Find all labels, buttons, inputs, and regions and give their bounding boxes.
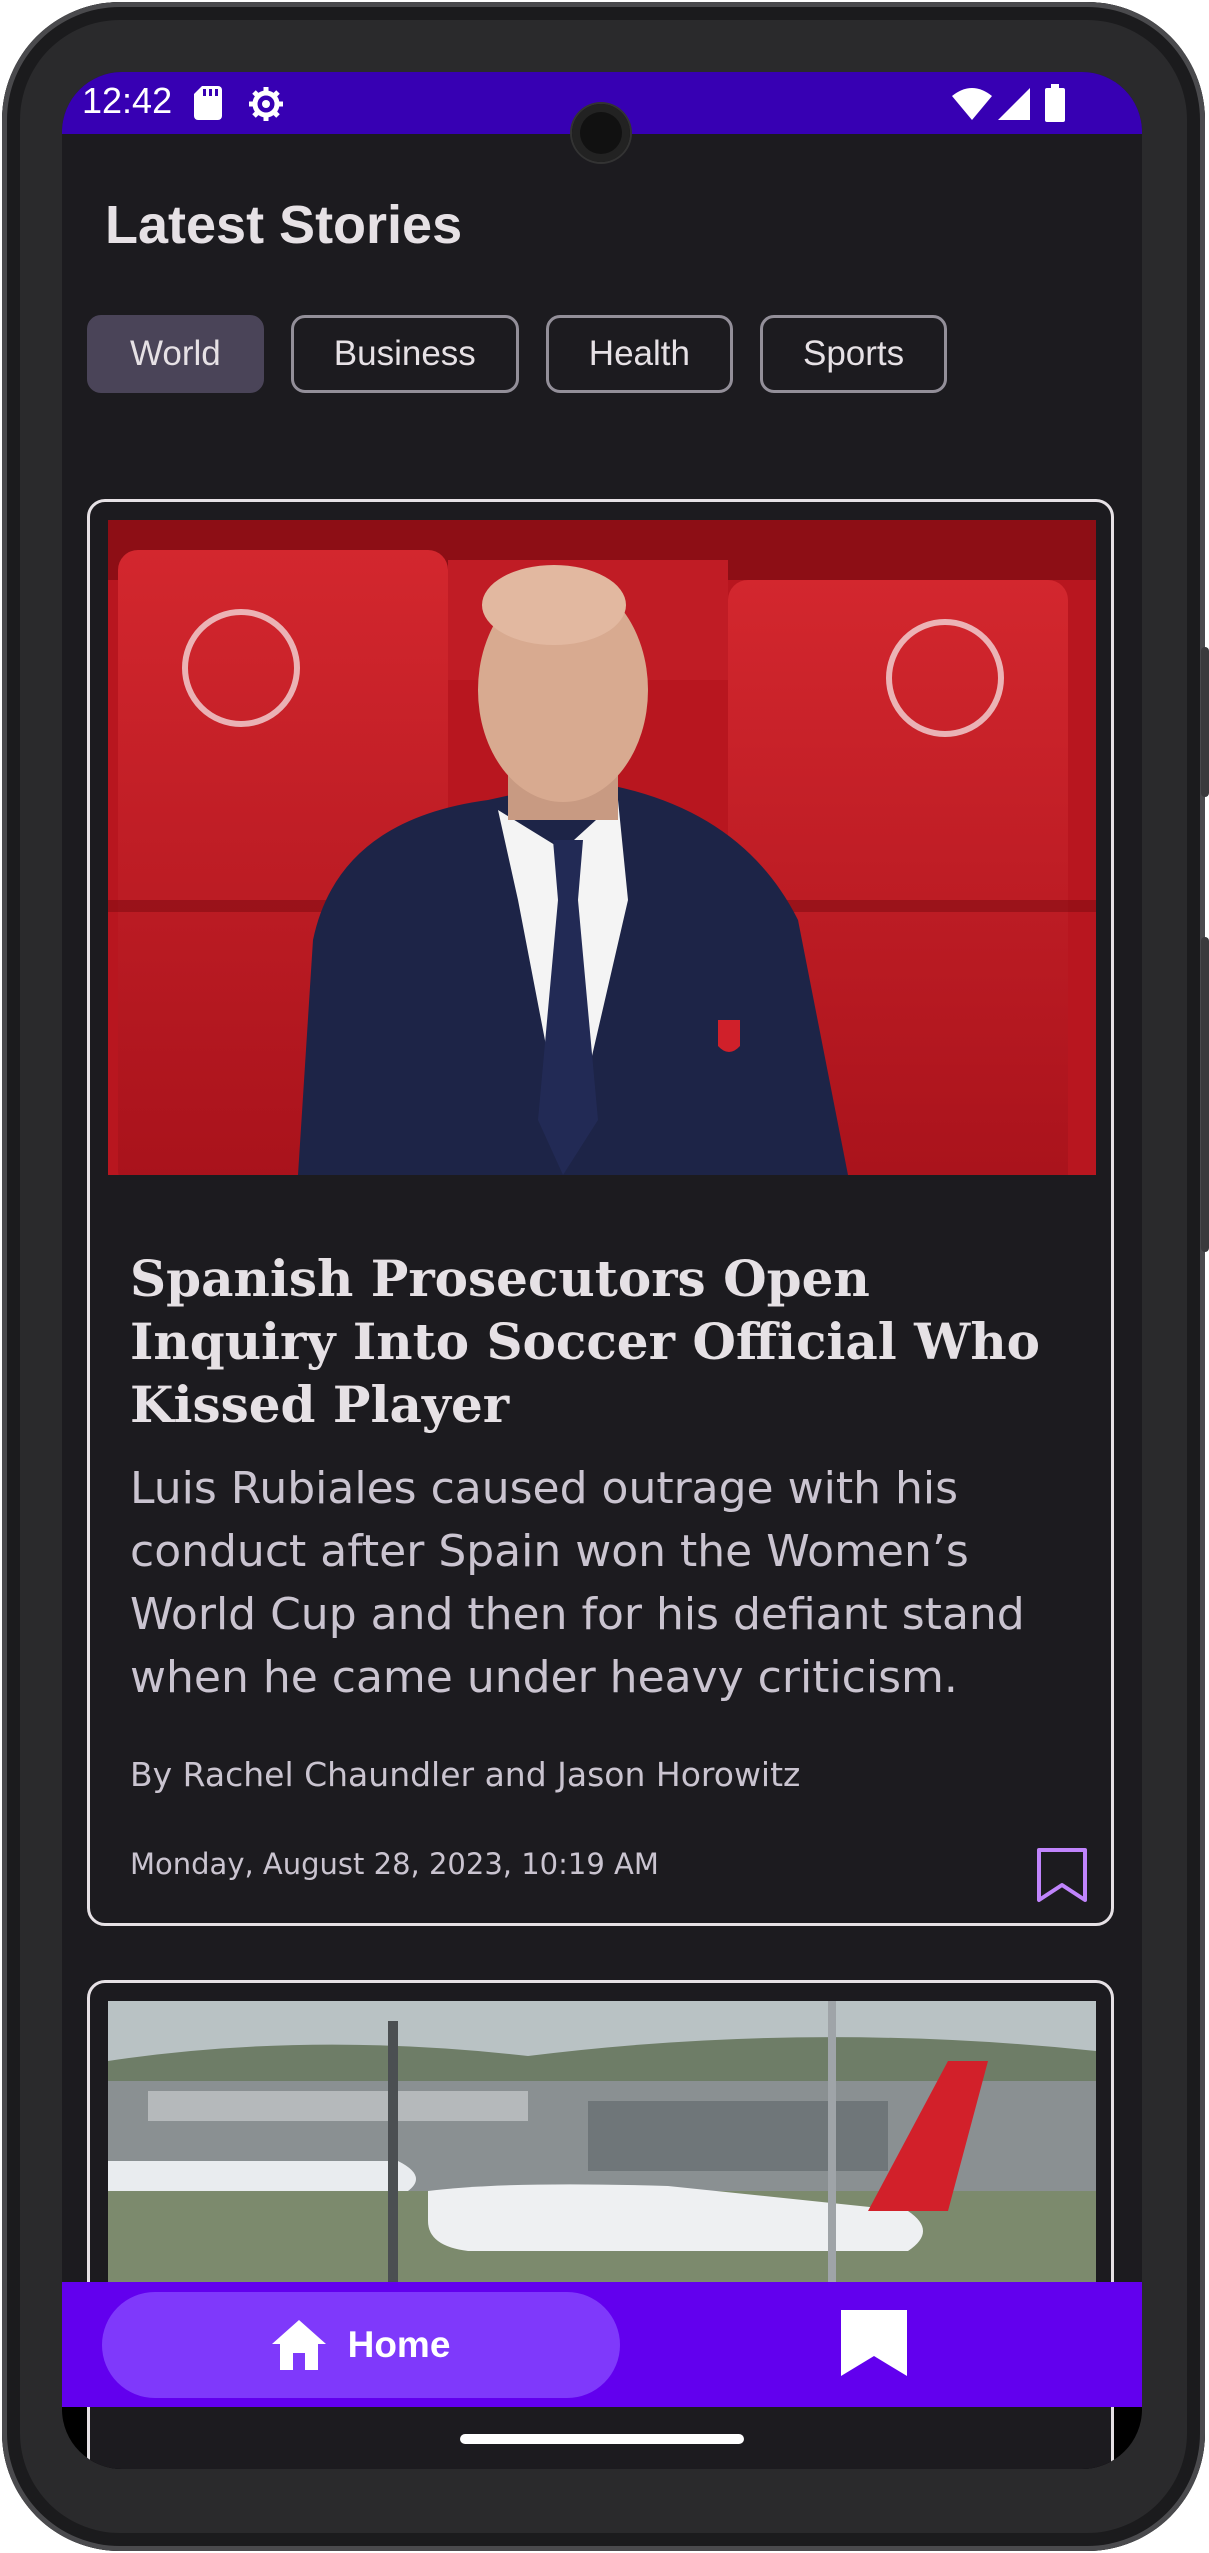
bookmark-outline-icon[interactable] bbox=[1035, 1847, 1089, 1903]
story-date: Monday, August 28, 2023, 10:19 AM bbox=[130, 1847, 659, 1881]
story-headline[interactable]: Spanish Prosecutors Open Inquiry Into So… bbox=[130, 1247, 1080, 1436]
bookmark-filled-icon[interactable] bbox=[837, 2308, 911, 2378]
home-icon bbox=[271, 2320, 326, 2370]
phone-screen: 12:42 Latest Stories World Business Heal… bbox=[62, 72, 1142, 2469]
volume-button bbox=[1201, 937, 1209, 1252]
category-chips: World Business Health Sports bbox=[87, 315, 948, 393]
front-camera bbox=[572, 104, 630, 162]
home-indicator[interactable] bbox=[460, 2434, 744, 2444]
story-card[interactable]: Spanish Prosecutors Open Inquiry Into So… bbox=[87, 499, 1114, 1926]
chip-sports[interactable]: Sports bbox=[759, 315, 948, 393]
chip-world[interactable]: World bbox=[87, 315, 264, 393]
story-summary: Luis Rubiales caused outrage with his co… bbox=[130, 1463, 1025, 1703]
bottom-navigation: Home bbox=[62, 2282, 1142, 2407]
nav-home-label: Home bbox=[347, 2324, 451, 2365]
story-byline: By Rachel Chaundler and Jason Horowitz bbox=[130, 1755, 801, 1794]
status-time: 12:42 bbox=[82, 80, 173, 121]
chip-health[interactable]: Health bbox=[545, 315, 733, 393]
nav-home-tab[interactable]: Home bbox=[102, 2292, 620, 2398]
power-button bbox=[1201, 647, 1209, 797]
page-title: Latest Stories bbox=[105, 195, 463, 255]
phone-frame: 12:42 Latest Stories World Business Heal… bbox=[2, 2, 1209, 2551]
sd-card-icon bbox=[194, 86, 222, 120]
cellular-signal-icon bbox=[998, 88, 1030, 120]
chip-business[interactable]: Business bbox=[290, 315, 519, 393]
story-image bbox=[108, 520, 1096, 1175]
battery-icon bbox=[1045, 84, 1065, 122]
settings-gear-icon bbox=[249, 87, 283, 121]
wifi-icon bbox=[952, 88, 992, 120]
